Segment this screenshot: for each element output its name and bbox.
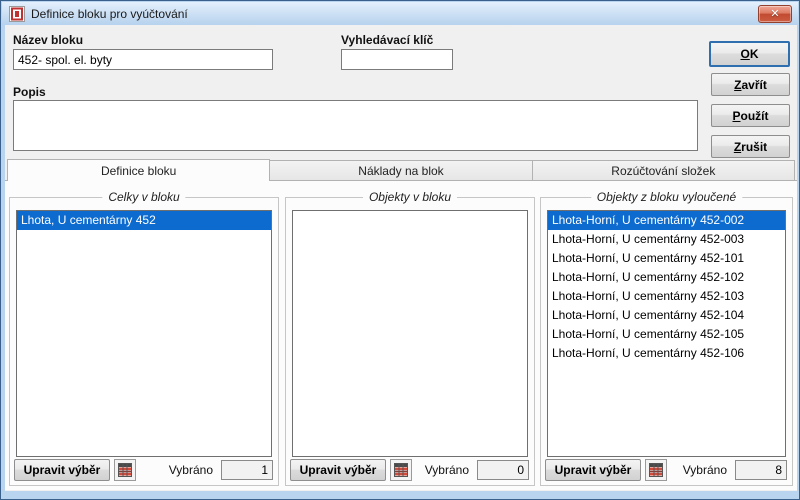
close-dialog-button[interactable]: Zavřít bbox=[711, 73, 790, 96]
list-item[interactable]: Lhota-Horní, U cementárny 452-105 bbox=[548, 325, 785, 344]
edit-selection-button[interactable]: Upravit výběr bbox=[290, 459, 386, 481]
vyloucene-listbox[interactable]: Lhota-Horní, U cementárny 452-002Lhota-H… bbox=[547, 210, 786, 457]
tab-content: Celky v bloku Lhota, U cementárny 452 Up… bbox=[5, 180, 797, 490]
name-input[interactable] bbox=[13, 49, 273, 70]
selected-count-label: Vybráno bbox=[683, 463, 727, 477]
selected-count-label: Vybráno bbox=[425, 463, 469, 477]
group-title: Objekty z bloku vyloučené bbox=[591, 190, 742, 204]
grid-icon bbox=[394, 463, 408, 477]
list-item[interactable]: Lhota-Horní, U cementárny 452-106 bbox=[548, 344, 785, 363]
tab-definice-bloku[interactable]: Definice bloku bbox=[7, 159, 270, 181]
grid-selection-button[interactable] bbox=[114, 459, 136, 481]
selected-count-value: 8 bbox=[735, 460, 787, 480]
grid-icon bbox=[118, 463, 132, 477]
group-objekty-vyloucene: Objekty z bloku vyloučené Lhota-Horní, U… bbox=[540, 197, 793, 486]
description-textarea[interactable] bbox=[13, 100, 698, 151]
selected-count-value: 1 bbox=[221, 460, 273, 480]
grid-selection-button[interactable] bbox=[390, 459, 412, 481]
list-item[interactable]: Lhota-Horní, U cementárny 452-102 bbox=[548, 268, 785, 287]
app-icon bbox=[9, 6, 25, 22]
search-key-input[interactable] bbox=[341, 49, 453, 70]
name-label: Název bloku bbox=[13, 33, 83, 47]
close-icon: ✕ bbox=[770, 9, 779, 20]
group-footer: Upravit výběr Vybráno 1 bbox=[14, 459, 273, 481]
group-title: Celky v bloku bbox=[102, 190, 185, 204]
grid-selection-button[interactable] bbox=[645, 459, 667, 481]
list-item[interactable]: Lhota-Horní, U cementárny 452-101 bbox=[548, 249, 785, 268]
edit-selection-button[interactable]: Upravit výběr bbox=[545, 459, 641, 481]
list-item[interactable]: Lhota-Horní, U cementárny 452-003 bbox=[548, 230, 785, 249]
close-button[interactable]: ✕ bbox=[758, 5, 792, 23]
selected-count-label: Vybráno bbox=[169, 463, 213, 477]
tab-bar: Definice bloku Náklady na blok Rozúčtová… bbox=[7, 159, 795, 181]
list-item[interactable]: Lhota, U cementárny 452 bbox=[17, 211, 271, 230]
grid-icon bbox=[649, 463, 663, 477]
group-footer: Upravit výběr Vybráno 8 bbox=[545, 459, 787, 481]
ok-button[interactable]: OK bbox=[709, 41, 790, 67]
title-bar[interactable]: Definice bloku pro vyúčtování ✕ bbox=[2, 2, 798, 25]
window-title: Definice bloku pro vyúčtování bbox=[31, 7, 188, 21]
dialog-window: Definice bloku pro vyúčtování ✕ Název bl… bbox=[0, 0, 800, 500]
group-footer: Upravit výběr Vybráno 0 bbox=[290, 459, 529, 481]
description-label: Popis bbox=[13, 85, 46, 99]
apply-button[interactable]: Použít bbox=[711, 104, 790, 127]
tab-rozuctovani-slozek[interactable]: Rozúčtování složek bbox=[533, 160, 795, 181]
group-title: Objekty v bloku bbox=[363, 190, 457, 204]
list-item[interactable]: Lhota-Horní, U cementárny 452-002 bbox=[548, 211, 785, 230]
cancel-button[interactable]: Zrušit bbox=[711, 135, 790, 158]
selected-count-value: 0 bbox=[477, 460, 529, 480]
celky-listbox[interactable]: Lhota, U cementárny 452 bbox=[16, 210, 272, 457]
list-item[interactable]: Lhota-Horní, U cementárny 452-103 bbox=[548, 287, 785, 306]
search-key-label: Vyhledávací klíč bbox=[341, 33, 433, 47]
tab-naklady-na-blok[interactable]: Náklady na blok bbox=[270, 160, 532, 181]
list-item[interactable]: Lhota-Horní, U cementárny 452-104 bbox=[548, 306, 785, 325]
dialog-body: Název bloku Vyhledávací klíč OK Zavřít P… bbox=[5, 25, 797, 491]
group-objekty-v-bloku: Objekty v bloku Upravit výběr bbox=[285, 197, 535, 486]
group-celky-v-bloku: Celky v bloku Lhota, U cementárny 452 Up… bbox=[9, 197, 279, 486]
edit-selection-button[interactable]: Upravit výběr bbox=[14, 459, 110, 481]
objekty-listbox[interactable] bbox=[292, 210, 528, 457]
